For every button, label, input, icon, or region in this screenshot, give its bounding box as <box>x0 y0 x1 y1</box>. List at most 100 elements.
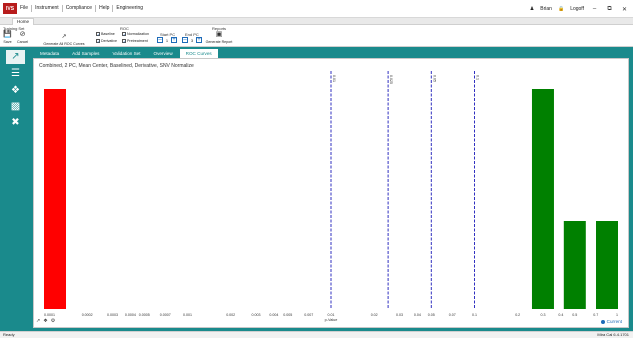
x-tick-label: 0.0001 <box>44 313 55 317</box>
x-tick-label: 0.004 <box>269 313 278 317</box>
menu-file[interactable]: File <box>17 5 33 12</box>
x-tick-label: 0.07 <box>449 313 456 317</box>
user-icon: ♟ <box>529 6 535 12</box>
roc-chart: 0.01 0.025 0.05 0.1 0.0001 0.0002 0.0003 0.0004… <box>44 71 618 322</box>
chart-nav-icon[interactable]: ↗ <box>6 50 25 64</box>
cancel-button[interactable]: ⊘ Cancel <box>17 31 28 44</box>
save-label: Save <box>3 40 12 44</box>
logoff-button[interactable]: Logoff <box>570 6 584 12</box>
x-tick-label: 0.03 <box>396 313 403 317</box>
save-button[interactable]: 💾 Save <box>3 31 12 44</box>
x-tick-label: 0.0004 <box>125 313 136 317</box>
info-icon[interactable]: ❖ <box>43 318 47 324</box>
x-tick-label: 0.0005 <box>139 313 150 317</box>
generate-all-label: Generate All ROC Curves <box>43 42 85 46</box>
x-tick-label: 0.7 <box>593 313 598 317</box>
x-tick-label: 0.5 <box>572 313 577 317</box>
window-tools: ♟ Brian 🔒 Logoff – ⧉ ✕ <box>530 0 629 18</box>
chart-type-icon[interactable]: ↗ <box>36 318 40 324</box>
chart-bar <box>596 221 618 309</box>
cancel-label: Cancel <box>17 40 29 44</box>
x-tick-label: 0.1 <box>472 313 477 317</box>
x-tick-label: 0.005 <box>283 313 292 317</box>
minimize-icon[interactable]: – <box>590 6 599 12</box>
threshold-label: 0.01 <box>332 75 336 82</box>
line-chart-icon: ↗ <box>61 34 67 40</box>
content-area: Metadata Add Samples Validation Set Over… <box>31 47 633 331</box>
x-tick-label: 0.04 <box>414 313 421 317</box>
tab-home[interactable]: Home <box>12 18 35 25</box>
generate-all-roc-button[interactable]: ↗ Generate All ROC Curves <box>36 33 92 46</box>
baseline-label: Baseline <box>101 32 115 36</box>
legend: Current <box>600 319 622 324</box>
sidebar: ↗ ☰ ❖ ▩ ✖ <box>0 47 31 331</box>
restore-icon[interactable]: ⧉ <box>605 6 614 13</box>
threshold-label: 0.05 <box>432 75 436 82</box>
ribbon: Training Set 💾 Save ⊘ Cancel ↗ Generate … <box>0 25 633 47</box>
x-tick-label: 0.003 <box>251 313 260 317</box>
x-tick-label: 0.01 <box>328 313 335 317</box>
chart-bar <box>44 89 66 309</box>
derivative-checkbox[interactable]: ✓ Derivative <box>96 39 117 44</box>
decrement-icon[interactable]: – <box>157 37 163 43</box>
subtabs: Metadata Add Samples Validation Set Over… <box>31 47 633 58</box>
tab-add-samples[interactable]: Add Samples <box>66 49 105 58</box>
tab-overview[interactable]: Overview <box>148 49 179 58</box>
derivative-label: Derivative <box>101 39 117 43</box>
settings-icon[interactable]: ⚙ <box>51 318 55 324</box>
cancel-icon: ⊘ <box>19 31 26 38</box>
menu-compliance[interactable]: Compliance <box>63 5 97 12</box>
pretreatment-checkbox[interactable]: ✓ Pretreatment <box>122 39 148 44</box>
generate-report-button[interactable]: ▣ Generate Report <box>203 31 235 44</box>
x-tick-label: 0.0007 <box>160 313 171 317</box>
check-icon: ✓ <box>122 32 127 37</box>
increment-icon[interactable]: + <box>196 37 202 43</box>
x-tick-label: 0.02 <box>371 313 378 317</box>
increment-icon[interactable]: + <box>171 37 177 43</box>
x-tick-label: 0.007 <box>304 313 313 317</box>
x-tick-label: 0.002 <box>226 313 235 317</box>
status-text: Ready <box>3 332 15 337</box>
x-tick-label: 0.0003 <box>107 313 118 317</box>
baseline-checkbox[interactable]: ✓ Baseline <box>96 32 115 37</box>
normalization-checkbox[interactable]: ✓ Normalization <box>122 32 149 37</box>
end-pc-value[interactable]: 3 <box>189 38 195 43</box>
ribbon-tabs: Home <box>0 18 633 25</box>
x-tick-label: 0.0002 <box>82 313 93 317</box>
x-tick-label: 0.3 <box>540 313 545 317</box>
start-pc-stepper[interactable]: – 1 + <box>157 37 177 43</box>
x-tick-label: 0.2 <box>515 313 520 317</box>
decrement-icon[interactable]: – <box>182 37 188 43</box>
normalization-label: Normalization <box>127 32 149 36</box>
x-axis-label: p-Value <box>325 318 338 322</box>
tools-nav-icon[interactable]: ✖ <box>8 116 23 130</box>
menu-help[interactable]: Help <box>96 5 114 12</box>
tab-roc-curves[interactable]: ROC Curves <box>179 49 218 58</box>
version-text: Mira Cal 6.4.1701 <box>597 332 629 337</box>
pretreatment-label: Pretreatment <box>127 39 148 43</box>
x-tick-label: 0.4 <box>558 313 563 317</box>
chart-panel: Combined, 2 PC, Mean Center, Baselined, … <box>33 58 629 328</box>
tab-metadata[interactable]: Metadata <box>34 49 65 58</box>
status-bar: Ready Mira Cal 6.4.1701 <box>0 331 633 338</box>
close-icon[interactable]: ✕ <box>620 6 629 13</box>
menu-engineering[interactable]: Engineering <box>113 5 146 12</box>
attachment-nav-icon[interactable]: ❖ <box>8 84 23 98</box>
menu-instrument[interactable]: Instrument <box>32 5 63 12</box>
x-tick-label: 0.001 <box>183 313 192 317</box>
lock-icon: 🔒 <box>557 6 565 12</box>
tab-validation-set[interactable]: Validation Set <box>106 49 146 58</box>
save-icon: 💾 <box>3 31 12 38</box>
threshold-label: 0.025 <box>389 75 393 84</box>
legend-label: Current <box>606 319 622 324</box>
check-icon: ✓ <box>122 39 127 44</box>
end-pc-stepper[interactable]: – 3 + <box>182 37 202 43</box>
list-nav-icon[interactable]: ☰ <box>8 67 23 81</box>
start-pc-value[interactable]: 1 <box>164 38 170 43</box>
x-tick-label: 1 <box>616 313 618 317</box>
x-tick-label: 0.05 <box>428 313 435 317</box>
user-name: Brian <box>540 6 552 12</box>
legend-dot <box>600 319 605 324</box>
chart-bar <box>563 221 586 309</box>
folder-nav-icon[interactable]: ▩ <box>8 100 23 114</box>
